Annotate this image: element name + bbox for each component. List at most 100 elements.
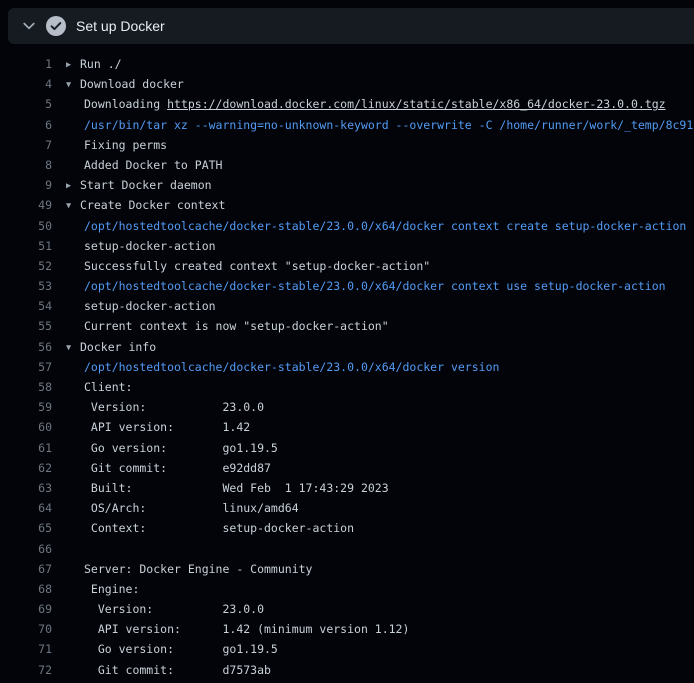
line-text: Downloading https://download.docker.com/… bbox=[84, 97, 666, 111]
line-text: /opt/hostedtoolcache/docker-stable/23.0.… bbox=[84, 219, 686, 233]
line-number[interactable]: 1 bbox=[0, 54, 52, 74]
line-number[interactable]: 54 bbox=[0, 296, 52, 316]
line-text: Git commit: d7573ab bbox=[84, 663, 271, 677]
log-line: 57/opt/hostedtoolcache/docker-stable/23.… bbox=[0, 357, 694, 377]
log-line: 64 OS/Arch: linux/amd64 bbox=[0, 498, 694, 518]
log-line: 53/opt/hostedtoolcache/docker-stable/23.… bbox=[0, 276, 694, 296]
log-line: 5 Downloading https://download.docker.com… bbox=[0, 94, 694, 114]
step-header[interactable]: Set up Docker bbox=[8, 8, 694, 44]
line-number[interactable]: 59 bbox=[0, 397, 52, 417]
log-line: 9 ▶Start Docker daemon bbox=[0, 175, 694, 195]
line-content: Git commit: e92dd87 bbox=[66, 458, 271, 478]
check-circle-icon bbox=[46, 16, 66, 36]
line-number[interactable]: 49 bbox=[0, 195, 52, 215]
line-number[interactable]: 52 bbox=[0, 256, 52, 276]
line-number[interactable]: 51 bbox=[0, 236, 52, 256]
line-number[interactable]: 55 bbox=[0, 316, 52, 336]
line-text: setup-docker-action bbox=[84, 299, 216, 313]
line-text: Engine: bbox=[84, 582, 139, 596]
line-number[interactable]: 8 bbox=[0, 155, 52, 175]
line-number[interactable]: 64 bbox=[0, 498, 52, 518]
line-text: Current context is now "setup-docker-act… bbox=[84, 319, 389, 333]
line-content: API version: 1.42 bbox=[66, 417, 250, 437]
log-line: 55 Current context is now "setup-docker-a… bbox=[0, 316, 694, 336]
line-text: API version: 1.42 (minimum version 1.12) bbox=[84, 622, 409, 636]
line-content: Successfully created context "setup-dock… bbox=[66, 256, 430, 276]
log-line: 1▶Run ./ bbox=[0, 54, 694, 74]
line-number[interactable]: 60 bbox=[0, 417, 52, 437]
line-content: ▼Create Docker context bbox=[66, 195, 225, 215]
line-number[interactable]: 63 bbox=[0, 478, 52, 498]
line-number[interactable]: 66 bbox=[0, 539, 52, 559]
line-content: Version: 23.0.0 bbox=[66, 397, 264, 417]
line-content: Git commit: d7573ab bbox=[66, 660, 271, 680]
line-content: Server: Docker Engine - Community bbox=[66, 559, 312, 579]
log-line: 59 Version: 23.0.0 bbox=[0, 397, 694, 417]
log-line: 70 API version: 1.42 (minimum version 1.… bbox=[0, 619, 694, 639]
chevron-down-icon[interactable] bbox=[21, 18, 37, 34]
line-content: Current context is now "setup-docker-act… bbox=[66, 316, 389, 336]
line-number[interactable]: 7 bbox=[0, 135, 52, 155]
line-text: Built: Wed Feb 1 17:43:29 2023 bbox=[84, 481, 389, 495]
line-text: Create Docker context bbox=[80, 198, 225, 212]
log-line: 4 ▼Download docker bbox=[0, 74, 694, 94]
line-number[interactable]: 50 bbox=[0, 216, 52, 236]
line-number[interactable]: 67 bbox=[0, 559, 52, 579]
chevron-right-icon[interactable]: ▶ bbox=[66, 176, 80, 196]
line-content: ▶Start Docker daemon bbox=[66, 175, 212, 195]
log-line: 68 Engine: bbox=[0, 579, 694, 599]
line-text: Go version: go1.19.5 bbox=[84, 441, 278, 455]
line-content: setup-docker-action bbox=[66, 236, 216, 256]
line-number[interactable]: 61 bbox=[0, 438, 52, 458]
line-content: Added Docker to PATH bbox=[66, 155, 222, 175]
chevron-down-icon[interactable]: ▼ bbox=[66, 338, 80, 358]
line-content: OS/Arch: linux/amd64 bbox=[66, 498, 299, 518]
log-line: 65 Context: setup-docker-action bbox=[0, 518, 694, 538]
line-number[interactable]: 58 bbox=[0, 377, 52, 397]
log-line: 66 bbox=[0, 539, 694, 559]
log-line: 72 Git commit: d7573ab bbox=[0, 660, 694, 680]
line-text: OS/Arch: linux/amd64 bbox=[84, 501, 299, 515]
line-content: Go version: go1.19.5 bbox=[66, 438, 278, 458]
chevron-right-icon[interactable]: ▶ bbox=[66, 55, 80, 75]
chevron-down-icon[interactable]: ▼ bbox=[66, 196, 80, 216]
line-number[interactable]: 65 bbox=[0, 518, 52, 538]
log-line: 51 setup-docker-action bbox=[0, 236, 694, 256]
line-content: /usr/bin/tar xz --warning=no-unknown-key… bbox=[66, 115, 693, 135]
line-number[interactable]: 72 bbox=[0, 660, 52, 680]
line-content: /opt/hostedtoolcache/docker-stable/23.0.… bbox=[66, 276, 666, 296]
line-text: Go version: go1.19.5 bbox=[84, 642, 278, 656]
line-content: Context: setup-docker-action bbox=[66, 518, 354, 538]
line-number[interactable]: 56 bbox=[0, 337, 52, 357]
line-number[interactable]: 9 bbox=[0, 175, 52, 195]
line-text: Start Docker daemon bbox=[80, 178, 212, 192]
line-number[interactable]: 68 bbox=[0, 579, 52, 599]
line-number[interactable]: 71 bbox=[0, 639, 52, 659]
line-number[interactable]: 53 bbox=[0, 276, 52, 296]
line-number[interactable]: 6 bbox=[0, 115, 52, 135]
line-text: Context: setup-docker-action bbox=[84, 521, 354, 535]
line-content: setup-docker-action bbox=[66, 296, 216, 316]
line-content bbox=[66, 539, 84, 559]
line-content: Client: bbox=[66, 377, 132, 397]
line-number[interactable]: 5 bbox=[0, 94, 52, 114]
log-line: 69 Version: 23.0.0 bbox=[0, 599, 694, 619]
line-text: Version: 23.0.0 bbox=[84, 602, 264, 616]
line-number[interactable]: 62 bbox=[0, 458, 52, 478]
line-number[interactable]: 70 bbox=[0, 619, 52, 639]
line-text: Client: bbox=[84, 380, 132, 394]
line-number[interactable]: 69 bbox=[0, 599, 52, 619]
line-text: API version: 1.42 bbox=[84, 420, 250, 434]
line-content: Fixing perms bbox=[66, 135, 167, 155]
log-area: 1▶Run ./4▼Download docker5Downloading ht… bbox=[0, 44, 694, 680]
chevron-down-icon[interactable]: ▼ bbox=[66, 75, 80, 95]
line-text: setup-docker-action bbox=[84, 239, 216, 253]
log-line: 56▼Docker info bbox=[0, 337, 694, 357]
line-text: Added Docker to PATH bbox=[84, 158, 222, 172]
log-line: 60 API version: 1.42 bbox=[0, 417, 694, 437]
log-link[interactable]: https://download.docker.com/linux/static… bbox=[167, 97, 666, 111]
line-number[interactable]: 57 bbox=[0, 357, 52, 377]
log-line: 71 Go version: go1.19.5 bbox=[0, 639, 694, 659]
line-content: ▼Download docker bbox=[66, 74, 184, 94]
line-number[interactable]: 4 bbox=[0, 74, 52, 94]
